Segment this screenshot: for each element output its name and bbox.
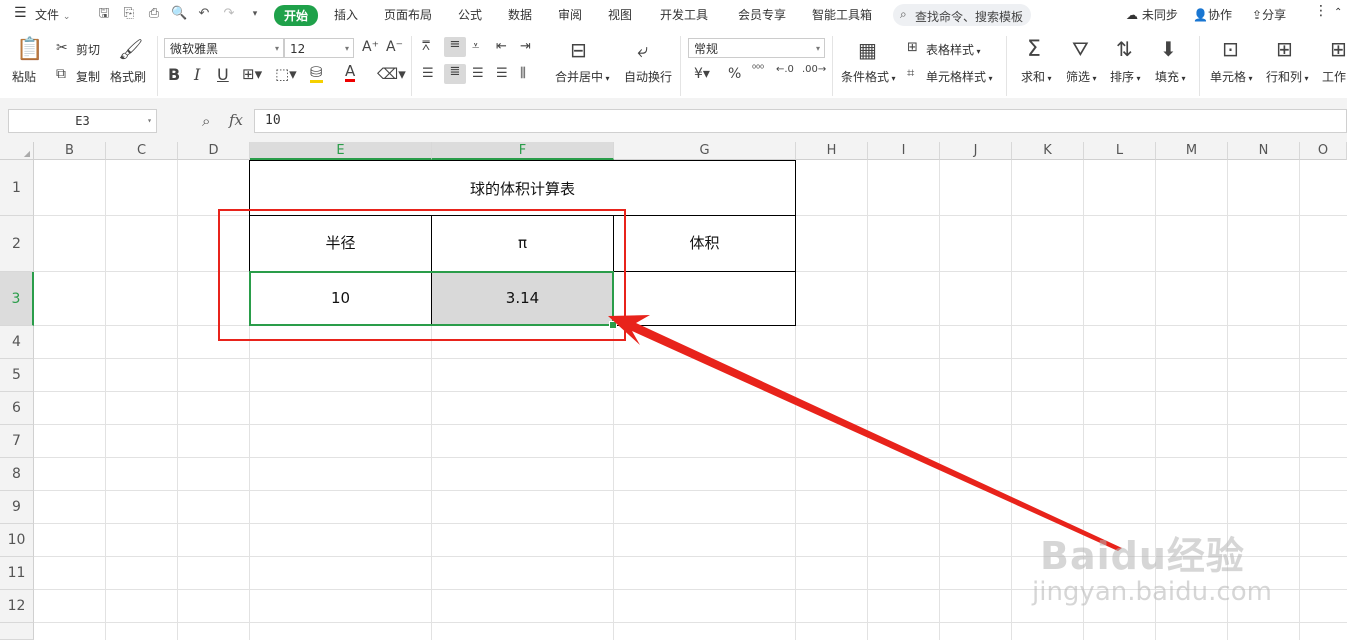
annotation-arrow bbox=[608, 315, 1122, 551]
annotation-arrow-shape bbox=[608, 315, 1122, 551]
